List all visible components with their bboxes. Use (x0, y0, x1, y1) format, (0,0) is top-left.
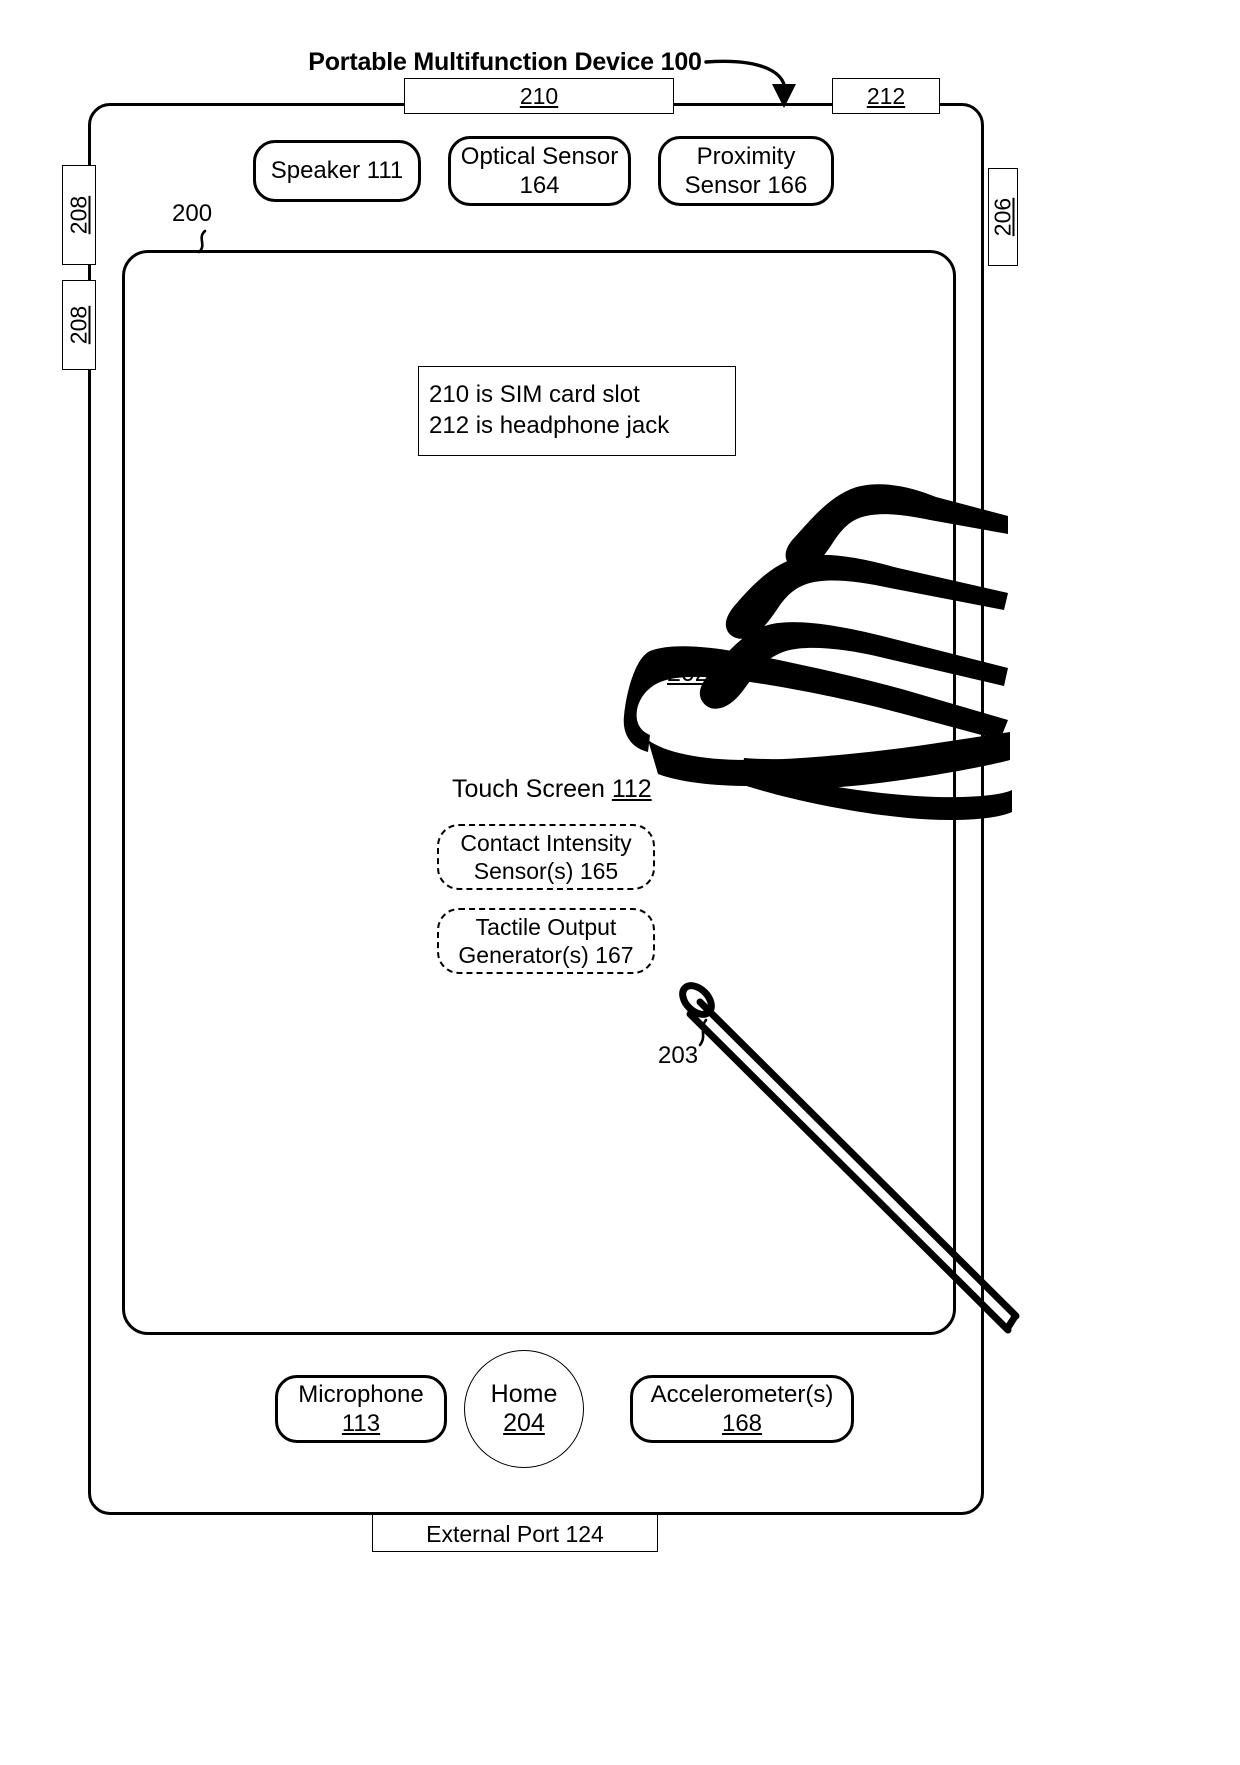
headphone-jack-ref: 212 (866, 83, 906, 109)
proximity-sensor-line2: Sensor 166 (684, 172, 808, 199)
microphone-box: Microphone 113 (275, 1375, 447, 1443)
optical-sensor-line2: 164 (519, 172, 560, 199)
microphone-line1: Microphone (298, 1380, 424, 1408)
home-button-label: Home (490, 1379, 558, 1408)
reference-label-200: 200 (172, 200, 213, 227)
external-port-text: External Port 124 (426, 1521, 604, 1547)
touch-screen-label-text: Touch Screen (452, 775, 612, 803)
tactile-output-line1: Tactile Output (475, 913, 617, 940)
microphone-line2: 113 (341, 1410, 381, 1437)
touch-screen-label-ref: 112 (611, 775, 652, 803)
side-button-206-ref: 206 (989, 197, 1016, 237)
tactile-output-line2: Generator(s) 167 (458, 942, 634, 968)
speaker-text: Speaker 111 (270, 157, 404, 185)
tactile-output-generator-label: Tactile Output Generator(s) 167 (458, 913, 633, 969)
accelerometer-label: Accelerometer(s) 168 (651, 1380, 834, 1439)
patent-figure-page: Portable Multifunction Device 100 210 21… (0, 0, 1240, 1765)
legend-note-box: 210 is SIM card slot 212 is headphone ja… (418, 366, 736, 456)
figure-title: Portable Multifunction Device 100 (308, 48, 702, 76)
accelerometer-line2: 168 (721, 1410, 763, 1437)
accelerometer-line1: Accelerometer(s) (650, 1380, 834, 1408)
proximity-sensor-box: Proximity Sensor 166 (658, 136, 834, 206)
contact-intensity-sensor-label: Contact Intensity Sensor(s) 165 (460, 829, 631, 885)
optical-sensor-label: Optical Sensor 164 (461, 142, 618, 201)
external-port-label: External Port 124 (426, 1521, 604, 1547)
sim-card-slot-callout: 210 (404, 78, 674, 114)
optical-sensor-box: Optical Sensor 164 (448, 136, 631, 206)
headphone-jack-callout: 212 (832, 78, 940, 114)
accelerometer-box: Accelerometer(s) 168 (630, 1375, 854, 1443)
external-port-callout: External Port 124 (372, 1514, 658, 1552)
home-button[interactable]: Home 204 (464, 1350, 584, 1468)
speaker-label: Speaker 111 (271, 156, 404, 185)
legend-note-line2: 212 is headphone jack (429, 412, 670, 440)
side-button-208-upper[interactable]: 208 (62, 165, 96, 265)
touch-screen-label: Touch Screen 112 (452, 775, 652, 804)
sim-slot-ref: 210 (519, 83, 559, 109)
reference-label-203: 203 (658, 1042, 699, 1069)
microphone-label: Microphone 113 (298, 1380, 423, 1439)
optical-sensor-line1: Optical Sensor (460, 142, 619, 170)
side-button-208-upper-ref: 208 (65, 195, 92, 235)
proximity-sensor-label: Proximity Sensor 166 (685, 142, 808, 201)
proximity-sensor-line1: Proximity (696, 142, 796, 170)
side-button-208-lower-ref: 208 (65, 305, 92, 345)
contact-intensity-sensor-box: Contact Intensity Sensor(s) 165 (437, 824, 655, 890)
side-button-208-lower[interactable]: 208 (62, 280, 96, 370)
reference-label-202: 202 (667, 659, 709, 687)
side-button-206[interactable]: 206 (988, 168, 1018, 266)
legend-note-line1: 210 is SIM card slot (429, 381, 640, 408)
home-button-ref: 204 (503, 1409, 545, 1437)
contact-intensity-line2: Sensor(s) 165 (473, 858, 619, 884)
contact-intensity-line1: Contact Intensity (460, 829, 632, 856)
speaker-box: Speaker 111 (253, 140, 421, 202)
tactile-output-generator-box: Tactile Output Generator(s) 167 (437, 908, 655, 974)
